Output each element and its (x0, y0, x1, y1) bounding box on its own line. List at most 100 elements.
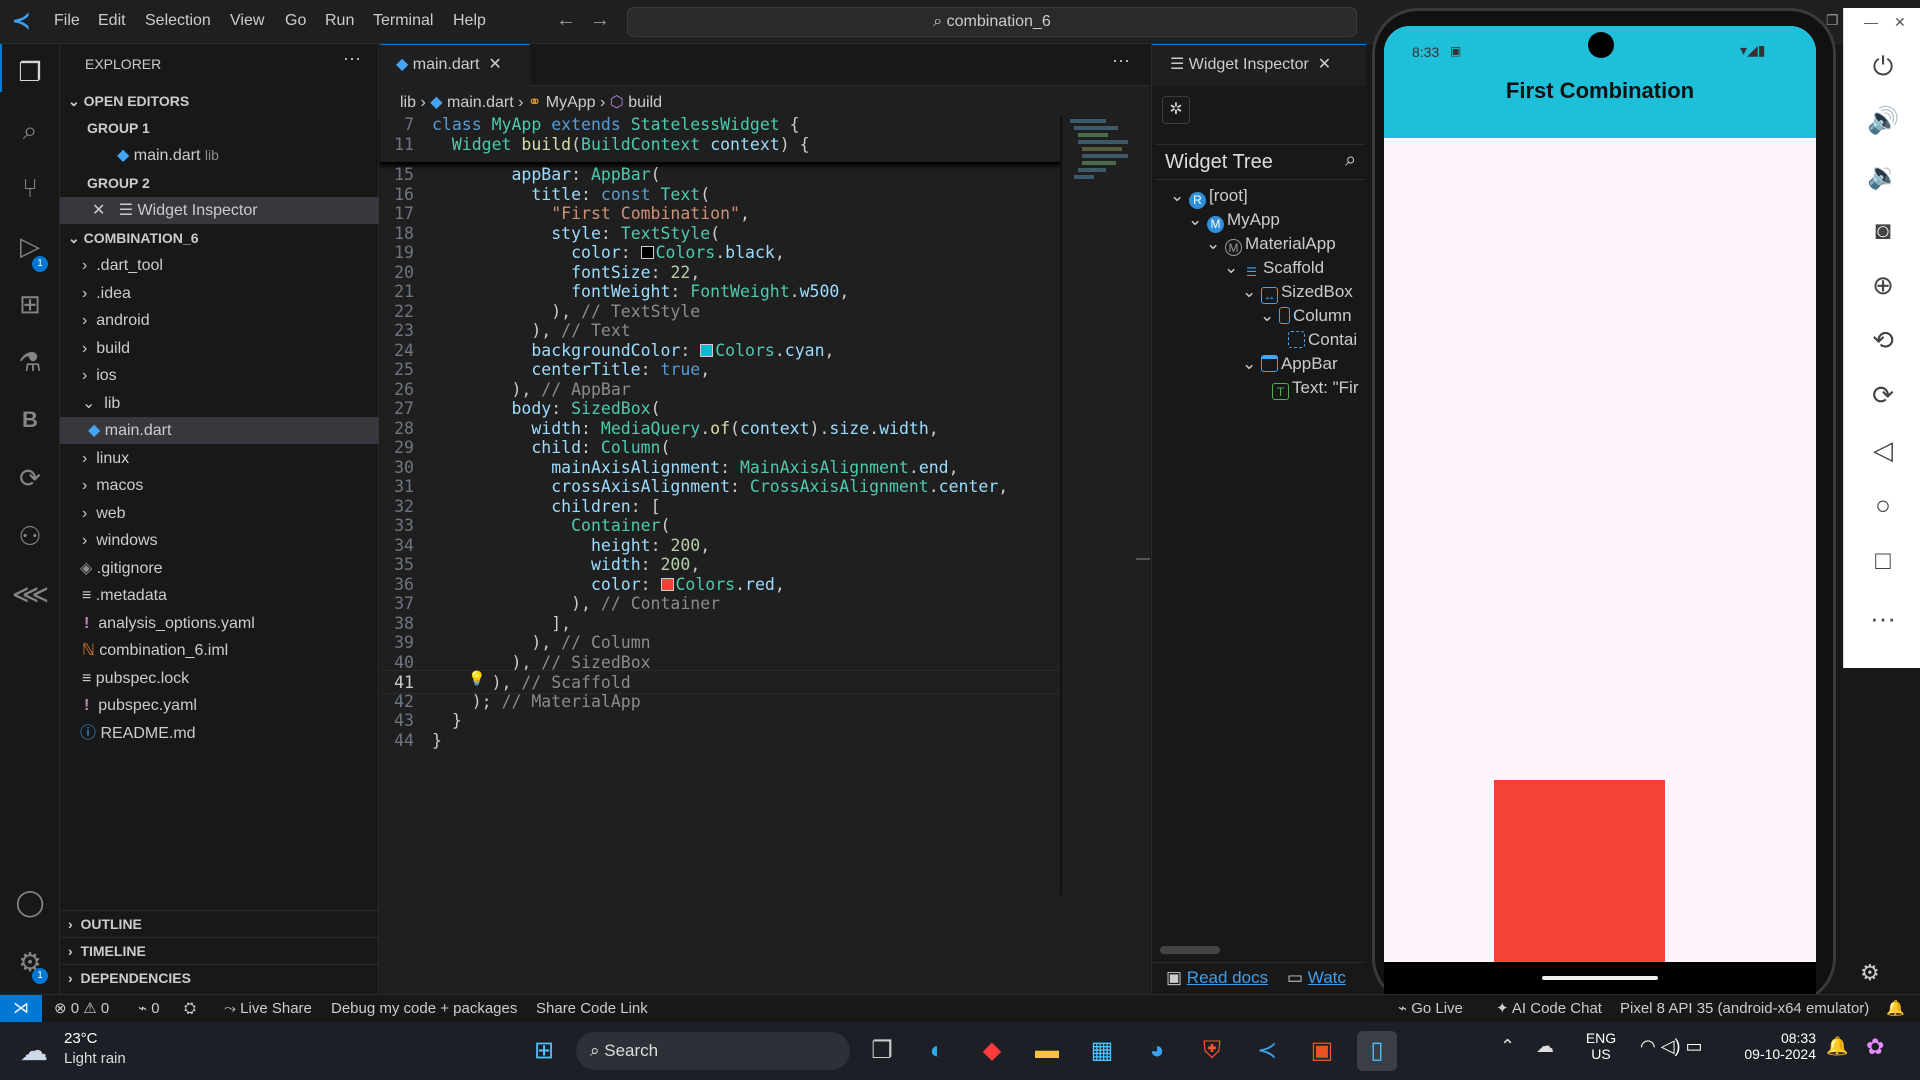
flutter-icon[interactable]: ⋘ (12, 576, 49, 612)
b-extension-icon[interactable]: B (12, 402, 48, 438)
windows-start-icon[interactable]: ⊞ (524, 1031, 564, 1071)
forward-arrow-icon[interactable]: → (590, 9, 610, 32)
select-widget-mode-icon[interactable]: ✲ (1162, 96, 1190, 124)
menu-run[interactable]: Run (325, 12, 354, 30)
open-editors-header[interactable]: ⌄ OPEN EDITORS (60, 88, 379, 115)
brave-icon[interactable]: ⛨ (1192, 1031, 1232, 1071)
menu-view[interactable]: View (230, 12, 264, 30)
notification-bell-icon[interactable]: 🔔 (1826, 1036, 1848, 1057)
task-view-icon[interactable]: ❐ (862, 1031, 902, 1071)
menu-terminal[interactable]: Terminal (373, 12, 433, 30)
back-arrow-icon[interactable]: ← (556, 9, 576, 32)
horizontal-scrollbar[interactable] (1160, 946, 1220, 954)
dependencies-header[interactable]: › DEPENDENCIES (60, 964, 379, 991)
more-actions-icon[interactable]: ··· (343, 48, 361, 69)
explorer-icon[interactable]: ❐ (12, 54, 48, 90)
tree-item-web[interactable]: › web (60, 500, 379, 527)
wifi-volume-battery-icon[interactable]: ◠ ◁) ▭ (1640, 1036, 1703, 1057)
minimap[interactable] (1070, 116, 1130, 206)
more-actions-icon[interactable]: ··· (1112, 50, 1130, 71)
zoom-icon[interactable]: ⊕ (1867, 269, 1899, 301)
edge-icon[interactable]: ◐ (917, 1031, 957, 1071)
volume-up-icon[interactable]: 🔊 (1867, 104, 1899, 136)
chat-app-icon[interactable]: ◕ (1137, 1031, 1177, 1071)
outline-header[interactable]: › OUTLINE (60, 910, 379, 937)
tree-node-container[interactable]: Contai (1288, 328, 1357, 352)
show-hidden-icons-icon[interactable]: ⌃ (1500, 1036, 1515, 1057)
menu-go[interactable]: Go (285, 12, 306, 30)
clock[interactable]: 08:33 09-10-2024 (1738, 1030, 1816, 1062)
tree-item-main-dart[interactable]: ◆ main.dart (60, 417, 379, 444)
back-icon[interactable]: ◁ (1867, 434, 1899, 466)
watch-link[interactable]: Watc (1308, 968, 1346, 987)
onedrive-icon[interactable]: ☁ (1536, 1036, 1554, 1057)
volume-down-icon[interactable]: 🔉 (1867, 159, 1899, 191)
weather-desc[interactable]: Light rain (64, 1050, 126, 1067)
tree-item-analysis-options[interactable]: ! analysis_options.yaml (60, 610, 379, 637)
tree-item-pubspec-lock[interactable]: ≡ pubspec.lock (60, 665, 379, 692)
tree-node-sizedbox[interactable]: ⌄ ↔ SizedBox (1242, 280, 1353, 304)
tree-item-idea[interactable]: › .idea (60, 280, 379, 307)
remote-explorer-icon[interactable]: ⟳ (12, 460, 48, 496)
tree-node-column[interactable]: ⌄ Column (1260, 304, 1352, 328)
tree-item-windows[interactable]: › windows (60, 527, 379, 554)
search-icon[interactable]: ⌕ (1345, 149, 1356, 172)
ai-chat-button[interactable]: ✦ AI Code Chat (1496, 995, 1602, 1022)
tree-node-scaffold[interactable]: ⌄ ☰ Scaffold (1224, 256, 1324, 280)
tree-item-pubspec-yaml[interactable]: ! pubspec.yaml (60, 692, 379, 719)
tree-item-macos[interactable]: › macos (60, 472, 379, 499)
tree-item-ios[interactable]: › ios (60, 362, 379, 389)
open-editor-main-dart[interactable]: ◆ main.dart lib (60, 142, 379, 169)
home-icon[interactable]: ○ (1867, 489, 1899, 521)
read-docs-link[interactable]: Read docs (1187, 968, 1268, 987)
camera-icon[interactable]: ◙ (1867, 214, 1899, 246)
accounts-icon[interactable]: ◯ (12, 884, 48, 920)
source-control-icon[interactable]: ⑂ (12, 170, 48, 206)
debug-run-icon[interactable]: ⛭ (184, 995, 196, 1022)
device-selector[interactable]: Pixel 8 API 35 (android-x64 emulator) (1620, 995, 1869, 1022)
home-gesture-handle[interactable] (1542, 976, 1658, 980)
tree-node-myapp[interactable]: ⌄ M MyApp (1188, 208, 1280, 233)
go-live-button[interactable]: ⌁ Go Live (1398, 995, 1463, 1022)
tree-item-iml[interactable]: ℕ combination_6.iml (60, 637, 379, 664)
overview-icon[interactable]: □ (1867, 544, 1899, 576)
more-options-icon[interactable]: ··· (1867, 602, 1899, 634)
close-icon[interactable]: ✕ (488, 56, 501, 73)
share-code-link-button[interactable]: Share Code Link (536, 995, 648, 1022)
tree-item-lib[interactable]: ⌄ lib (60, 390, 379, 417)
extensions-icon[interactable]: ⊞ (12, 286, 48, 322)
store-icon[interactable]: ▦ (1082, 1031, 1122, 1071)
search-icon[interactable]: ⌕ (12, 112, 48, 148)
close-icon[interactable]: ✕ (92, 202, 110, 219)
tree-node-text[interactable]: T Text: "Fir (1272, 376, 1358, 400)
menu-selection[interactable]: Selection (145, 12, 211, 30)
restore-window-icon[interactable]: ❐ (1826, 12, 1839, 29)
timeline-header[interactable]: › TIMELINE (60, 937, 379, 964)
testing-icon[interactable]: ⚗ (12, 344, 48, 380)
command-center-search[interactable]: ⌕ combination_6 (627, 7, 1357, 37)
scrollbar-marker[interactable] (1136, 558, 1150, 560)
live-share-button[interactable]: ⤳ Live Share (224, 995, 312, 1022)
copilot-icon[interactable]: ✿ (1866, 1034, 1884, 1060)
tree-node-materialapp[interactable]: ⌄ M MaterialApp (1206, 232, 1336, 256)
emulator-taskbar-icon[interactable]: ▯ (1357, 1031, 1397, 1071)
open-editor-widget-inspector[interactable]: ✕ ☰ Widget Inspector (60, 197, 379, 224)
tree-node-appbar[interactable]: ⌄ AppBar (1242, 352, 1338, 376)
notifications-bell-icon[interactable]: 🔔 (1886, 995, 1905, 1022)
tree-item-dart-tool[interactable]: › .dart_tool (60, 252, 379, 279)
tree-item-linux[interactable]: › linux (60, 445, 379, 472)
breadcrumb-item[interactable]: main.dart (447, 94, 514, 111)
code-line[interactable]: 11 Widget build(BuildContext context) { (380, 133, 1060, 157)
rotate-right-icon[interactable]: ⟳ (1867, 379, 1899, 411)
ports-indicator[interactable]: ⌁ 0 (138, 995, 160, 1022)
ubuntu-icon[interactable]: ▣ (1302, 1031, 1342, 1071)
tree-item-gitignore[interactable]: ◈ .gitignore (60, 555, 379, 582)
vscode-taskbar-icon[interactable]: ≺ (1247, 1031, 1287, 1071)
minimize-icon[interactable]: — (1864, 14, 1878, 30)
breadcrumb-item[interactable]: build (628, 94, 662, 111)
close-icon[interactable]: ✕ (1318, 56, 1331, 73)
power-icon[interactable]: ⏻ (1867, 50, 1899, 82)
rotate-left-icon[interactable]: ⟲ (1867, 324, 1899, 356)
tab-main-dart[interactable]: ◆ main.dart ✕ (380, 44, 530, 86)
menu-help[interactable]: Help (453, 12, 486, 30)
